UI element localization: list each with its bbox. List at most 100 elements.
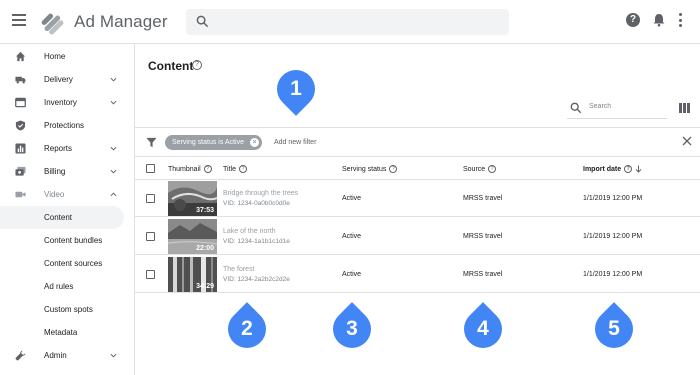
filter-chip-label: Serving status is Active [172,139,244,146]
remove-filter-icon[interactable]: × [249,138,259,147]
app-title: Ad Manager [74,12,168,31]
sidebar-item-label: Video [44,190,65,199]
sidebar-item-billing[interactable]: Billing [0,160,134,183]
help-icon[interactable]: ? [192,60,202,70]
notifications-bell-icon[interactable] [652,13,666,27]
sidebar-item-home[interactable]: Home [0,45,134,68]
source: MRSS travel [463,195,503,202]
sidebar-item-video[interactable]: Video [0,183,134,206]
more-options-icon[interactable] [678,13,682,27]
search-icon [196,15,209,28]
column-header-title[interactable]: Title? [223,165,247,173]
wrench-icon [15,350,26,361]
callout-number: 1 [290,77,302,100]
help-icon[interactable]: ? [624,165,633,173]
sidebar-subitem-custom-spots[interactable]: Custom spots [0,298,124,321]
sidebar-subitem-label: Content sources [44,259,103,268]
bar-chart-icon [15,143,26,154]
sidebar-subitem-label: Content bundles [44,236,103,245]
column-header-label: Title [223,165,236,173]
search-icon [570,102,582,114]
video-title[interactable]: Bridge through the trees [223,190,298,197]
table-header: Thumbnail? Title? Serving status? Source… [135,157,700,180]
serving-status: Active [342,195,362,202]
video-id: VID: 1234-0a0b0c0d0e [223,200,290,207]
shield-icon [15,120,26,131]
video-title[interactable]: The forest [223,266,255,273]
table-row[interactable]: 34:29 The forest VID: 1234-2a2b2c2d2e Ac… [135,256,700,293]
source: MRSS travel [463,271,503,278]
column-header-serving-status[interactable]: Serving status? [342,165,398,173]
sidebar-subitem-metadata[interactable]: Metadata [0,321,124,344]
table-row[interactable]: 22:00 Lake of the north VID: 1234-1a1b1c… [135,218,700,255]
video-duration: 22:00 [196,245,214,252]
help-icon[interactable]: ? [389,165,398,173]
video-title[interactable]: Lake of the north [223,228,276,235]
column-header-label: Import date [583,165,622,173]
sidebar-item-label: Admin [44,351,67,360]
help-icon[interactable]: ? [203,165,212,173]
sidebar-subitem-content[interactable]: Content [0,206,124,229]
page-title: Content [148,59,194,73]
sidebar-subitem-content-sources[interactable]: Content sources [0,252,124,275]
sidebar-item-protections[interactable]: Protections [0,114,134,137]
serving-status: Active [342,271,362,278]
callout-marker-1: 1 [269,62,323,116]
sidebar-item-delivery[interactable]: Delivery [0,68,134,91]
sidebar-item-reports[interactable]: Reports [0,137,134,160]
help-icon[interactable]: ? [626,13,640,27]
sidebar: Home Delivery Inventory Protections Repo… [0,44,135,375]
sidebar-subitem-label: Ad rules [44,282,74,291]
video-thumbnail[interactable]: 22:00 [168,219,217,254]
callout-marker-3: 3 [325,302,379,356]
column-header-label: Thumbnail [168,165,201,173]
callout-number: 2 [241,317,253,340]
row-checkbox[interactable] [146,270,155,279]
video-id: VID: 1234-1a1b1c1d1e [223,238,290,245]
sidebar-item-label: Home [44,52,66,61]
video-duration: 37:53 [196,207,214,214]
column-header-label: Serving status [342,165,387,173]
add-filter-link[interactable]: Add new filter [274,139,316,146]
row-checkbox[interactable] [146,232,155,241]
filter-funnel-icon[interactable] [146,137,157,148]
inventory-icon [15,97,26,108]
row-checkbox[interactable] [146,194,155,203]
sidebar-item-label: Protections [44,121,85,130]
sidebar-subitem-content-bundles[interactable]: Content bundles [0,229,124,252]
chevron-down-icon [110,77,117,82]
sidebar-subitem-label: Content [44,213,73,222]
callout-marker-5: 5 [587,302,641,356]
help-icon[interactable]: ? [488,165,497,173]
sidebar-item-admin[interactable]: Admin [0,344,134,367]
global-search-box[interactable] [186,9,509,35]
table-search-field[interactable] [567,99,667,119]
serving-status: Active [342,233,362,240]
top-bar: Ad Manager ? [0,0,700,44]
video-camera-icon [15,191,26,198]
sidebar-subitem-label: Custom spots [44,305,93,314]
sidebar-item-inventory[interactable]: Inventory [0,91,134,114]
chevron-down-icon [110,146,117,151]
source: MRSS travel [463,233,503,240]
close-icon[interactable] [682,136,692,146]
table-row[interactable]: 37:53 Bridge through the trees VID: 1234… [135,180,700,217]
callout-number: 4 [477,317,489,340]
table-search-input[interactable] [589,103,663,110]
column-header-thumbnail[interactable]: Thumbnail? [168,165,212,173]
column-settings-icon[interactable] [679,103,690,113]
video-duration: 34:29 [196,283,214,290]
truck-icon [15,76,26,84]
column-header-source[interactable]: Source? [463,165,497,173]
select-all-checkbox[interactable] [146,164,155,173]
sidebar-subitem-ad-rules[interactable]: Ad rules [0,275,124,298]
column-header-import-date[interactable]: Import date? [583,165,642,173]
callout-marker-4: 4 [456,302,510,356]
video-thumbnail[interactable]: 37:53 [168,181,217,216]
sort-arrow-down-icon[interactable] [635,165,642,173]
help-icon[interactable]: ? [238,165,247,173]
hamburger-menu-icon[interactable] [12,14,26,26]
chevron-down-icon [110,169,117,174]
filter-chip[interactable]: Serving status is Active × [165,135,262,150]
video-thumbnail[interactable]: 34:29 [168,257,217,292]
